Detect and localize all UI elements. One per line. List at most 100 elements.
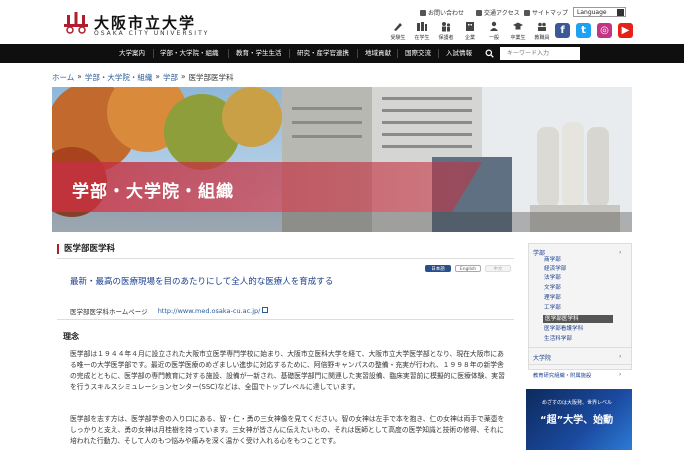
- chevron-right-icon: ›: [619, 353, 622, 360]
- site-header: 大阪市立大学 OSAKA CITY UNIVERSITY お問い合わせ 交通アク…: [0, 0, 684, 44]
- homepage-url: http://www.med.osaka-cu.ac.jp/: [157, 307, 261, 315]
- university-logo[interactable]: [63, 10, 89, 34]
- sidebar-item-human-life[interactable]: 生活科学部: [544, 335, 572, 343]
- staff-icon: [538, 22, 546, 31]
- sidebar-group-graduate[interactable]: 大学院: [533, 353, 551, 362]
- audience-students[interactable]: 在学生: [412, 21, 432, 41]
- homepage-link[interactable]: http://www.med.osaka-cu.ac.jp/: [158, 307, 269, 315]
- pencil-icon: [394, 23, 402, 31]
- mail-icon: [420, 9, 426, 16]
- section-divider: [57, 319, 514, 320]
- language-select[interactable]: Language: [573, 7, 626, 17]
- contact-label: お問い合わせ: [428, 10, 465, 17]
- audience-label: 受験生: [390, 35, 406, 41]
- breadcrumb-faculties[interactable]: 学部・大学院・組織: [85, 72, 153, 83]
- sidebar-item-science[interactable]: 理学部: [544, 294, 561, 302]
- nav-divider: [289, 49, 290, 58]
- external-link-icon: [262, 307, 269, 313]
- sidebar-item-economics[interactable]: 経済学部: [544, 265, 566, 273]
- audience-label: 保護者: [438, 35, 454, 41]
- title-divider: [57, 258, 514, 259]
- logo-text-en: OSAKA CITY UNIVERSITY: [94, 30, 210, 37]
- page-title: 医学部医学科: [57, 244, 115, 254]
- nav-item-admissions[interactable]: 入試情報: [446, 44, 472, 63]
- nav-item-education[interactable]: 教育・学生生活: [236, 44, 282, 63]
- philosophy-heading: 理念: [63, 332, 79, 341]
- search-input[interactable]: [505, 48, 575, 59]
- instagram-icon[interactable]: ◎: [597, 23, 612, 38]
- banner-title: “超”大学、始動: [540, 415, 614, 426]
- sitemap-link[interactable]: サイトマップ: [524, 8, 568, 17]
- hero-banner: 学部・大学院・組織: [52, 87, 632, 232]
- audience-general[interactable]: 一般: [484, 21, 504, 41]
- breadcrumb-separator: »: [180, 72, 186, 81]
- person-icon: [490, 21, 498, 31]
- nav-divider: [357, 49, 358, 58]
- sidebar-item-law[interactable]: 法学部: [544, 274, 561, 282]
- chevron-right-icon: ›: [619, 249, 622, 256]
- sidebar-item-engineering[interactable]: 工学部: [544, 304, 561, 312]
- lang-button-zh[interactable]: 中文: [485, 265, 511, 272]
- access-label: 交通アクセス: [484, 10, 520, 17]
- family-icon: [442, 22, 451, 32]
- books-icon: [417, 22, 427, 31]
- language-select-value: Language: [577, 9, 607, 16]
- breadcrumb-current: 医学部医学科: [188, 73, 234, 82]
- chevron-right-icon: ›: [619, 371, 622, 378]
- facebook-icon[interactable]: f: [555, 23, 570, 38]
- sidebar-divider: [528, 364, 632, 365]
- access-link[interactable]: 交通アクセス: [476, 8, 520, 17]
- map-pin-icon: [476, 9, 482, 16]
- twitter-icon[interactable]: t: [576, 23, 591, 38]
- hero-title: 学部・大学院・組織: [72, 182, 234, 202]
- homepage-label: 医学部医学科ホームページ: [70, 308, 148, 316]
- global-nav: 大学案内 学部・大学院・組織 教育・学生生活 研究・産学官連携 地域貢献 国際交…: [0, 44, 684, 63]
- homepage-row: 医学部医学科ホームページ http://www.med.osaka-cu.ac.…: [70, 306, 269, 316]
- audience-alumni[interactable]: 卒業生: [508, 21, 528, 41]
- nav-divider: [397, 49, 398, 58]
- nav-divider: [153, 49, 154, 58]
- breadcrumb-undergrad[interactable]: 学部: [163, 72, 178, 83]
- breadcrumb: ホーム » 学部・大学院・組織 » 学部 » 医学部医学科: [52, 72, 234, 83]
- nav-divider: [438, 49, 439, 58]
- sidebar-item-nursing[interactable]: 医学部看護学科: [544, 325, 583, 333]
- breadcrumb-separator: »: [155, 72, 160, 81]
- nav-item-research[interactable]: 研究・産学官連携: [297, 44, 349, 63]
- hero-image: [52, 87, 632, 232]
- nav-divider: [228, 49, 229, 58]
- sitemap-label: サイトマップ: [532, 10, 569, 17]
- philosophy-paragraph-2: 医学部を志す方は、医学部学舎の入り口にある、智・仁・勇の三女神像を見てください。…: [70, 415, 505, 445]
- building-icon: [466, 22, 474, 31]
- nav-item-faculties[interactable]: 学部・大学院・組織: [160, 44, 219, 63]
- audience-companies[interactable]: 企業: [460, 21, 480, 41]
- search-icon[interactable]: [485, 49, 494, 58]
- graduation-cap-icon: [513, 22, 523, 30]
- lang-button-en[interactable]: English: [455, 265, 481, 272]
- sitemap-icon: [524, 9, 530, 16]
- audience-staff[interactable]: 教職員: [532, 21, 552, 41]
- sidebar-divider: [528, 347, 632, 348]
- chevron-down-icon: [617, 9, 624, 16]
- lang-button-ja[interactable]: 日本語: [425, 265, 451, 272]
- audience-label: 教職員: [534, 35, 550, 41]
- audience-label: 在学生: [414, 35, 430, 41]
- breadcrumb-home[interactable]: ホーム: [52, 72, 74, 83]
- sidebar-item-commerce[interactable]: 商学部: [544, 256, 561, 264]
- promo-banner[interactable]: めざすのは大阪発、世界レベル “超”大学、始動: [526, 389, 632, 450]
- audience-label: 卒業生: [510, 35, 526, 41]
- audience-prospective[interactable]: 受験生: [388, 21, 408, 41]
- audience-label: 一般: [488, 35, 499, 41]
- audience-parents[interactable]: 保護者: [436, 21, 456, 41]
- contact-link[interactable]: お問い合わせ: [420, 8, 464, 17]
- sidebar-item-letters[interactable]: 文学部: [544, 284, 561, 292]
- banner-subtitle: めざすのは大阪発、世界レベル: [542, 400, 613, 406]
- lead-heading: 最新・最高の医療現場を目のあたりにして全人的な医療人を育成する: [70, 277, 334, 287]
- youtube-icon[interactable]: ▶: [618, 23, 633, 38]
- audience-label: 企業: [464, 35, 475, 41]
- nav-item-about[interactable]: 大学案内: [119, 44, 145, 63]
- sidebar-item-medicine[interactable]: 医学部医学科: [543, 315, 613, 323]
- nav-item-international[interactable]: 国際交流: [405, 44, 431, 63]
- sidebar-group-institutes[interactable]: 教育研究組織・附属施設: [533, 371, 591, 379]
- nav-item-community[interactable]: 地域貢献: [365, 44, 391, 63]
- breadcrumb-separator: »: [77, 72, 82, 81]
